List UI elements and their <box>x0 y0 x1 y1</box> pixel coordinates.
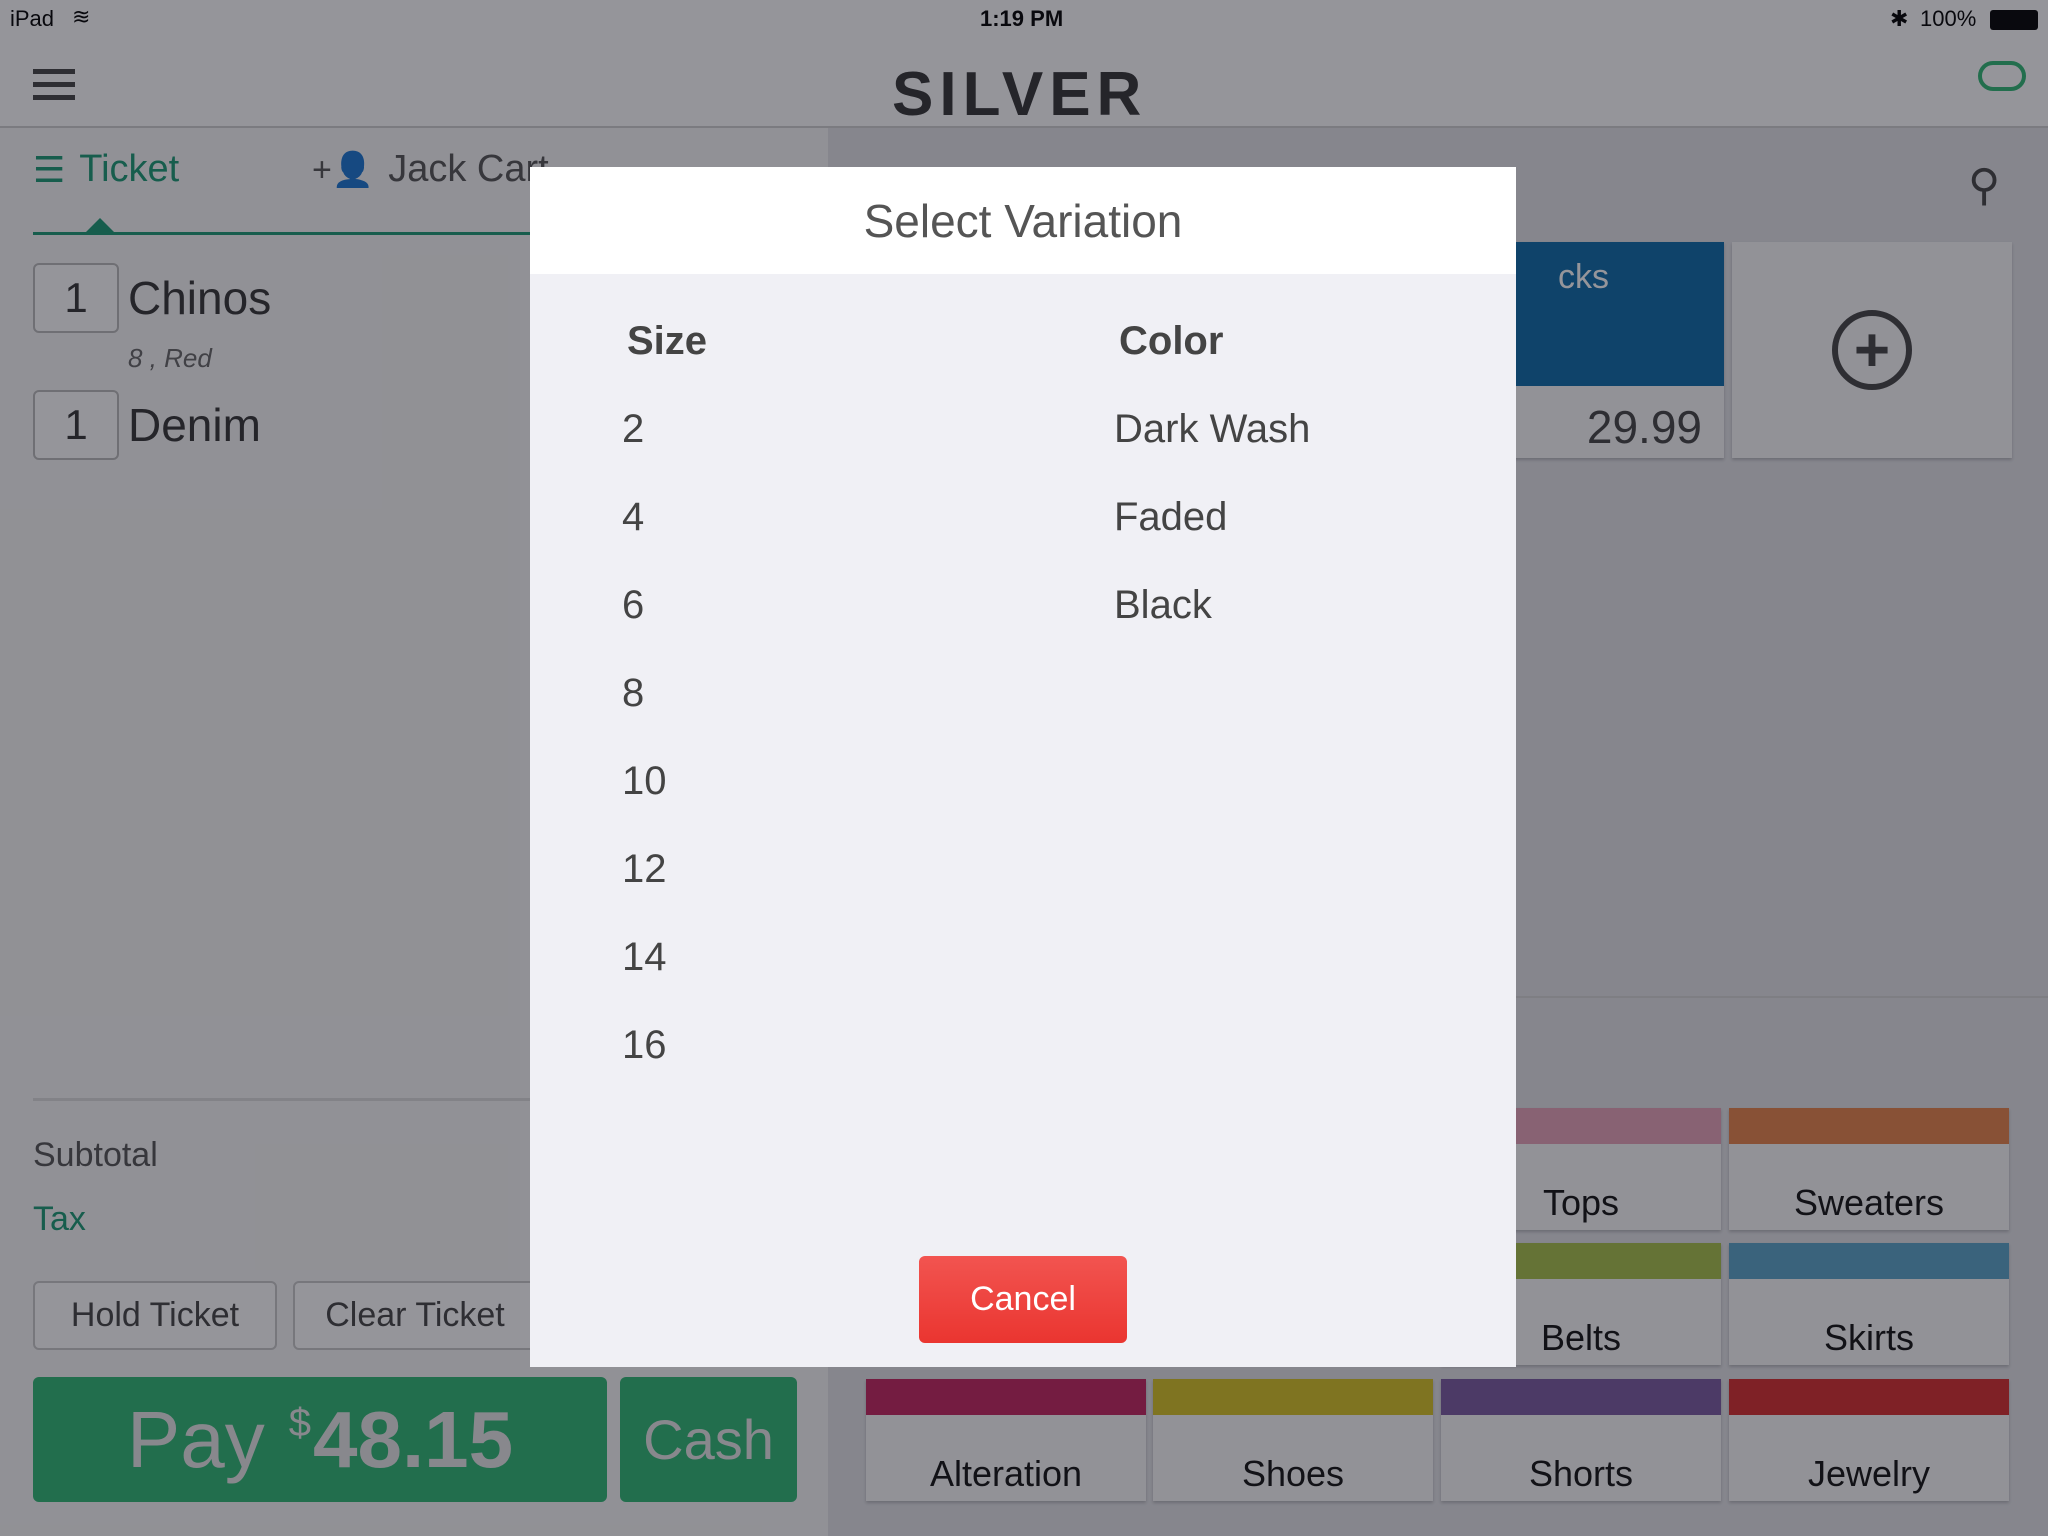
size-option[interactable]: 2 <box>622 407 667 495</box>
size-option[interactable]: 8 <box>622 671 667 759</box>
size-option[interactable]: 12 <box>622 847 667 935</box>
size-option[interactable]: 4 <box>622 495 667 583</box>
cancel-button[interactable]: Cancel <box>919 1256 1127 1343</box>
dialog-title: Select Variation <box>530 167 1516 274</box>
size-option[interactable]: 16 <box>622 1023 667 1111</box>
size-list: 2 4 6 8 10 12 14 16 <box>622 407 667 1111</box>
size-header: Size <box>627 319 708 363</box>
size-option[interactable]: 10 <box>622 759 667 847</box>
size-option[interactable]: 6 <box>622 583 667 671</box>
color-option[interactable]: Black <box>1114 583 1310 671</box>
color-option[interactable]: Faded <box>1114 495 1310 583</box>
color-header: Color <box>1119 319 1224 363</box>
size-option[interactable]: 14 <box>622 935 667 1023</box>
select-variation-dialog: Select Variation Size Color 2 4 6 8 10 1… <box>530 167 1516 1367</box>
color-list: Dark Wash Faded Black <box>1114 407 1310 671</box>
color-option[interactable]: Dark Wash <box>1114 407 1310 495</box>
